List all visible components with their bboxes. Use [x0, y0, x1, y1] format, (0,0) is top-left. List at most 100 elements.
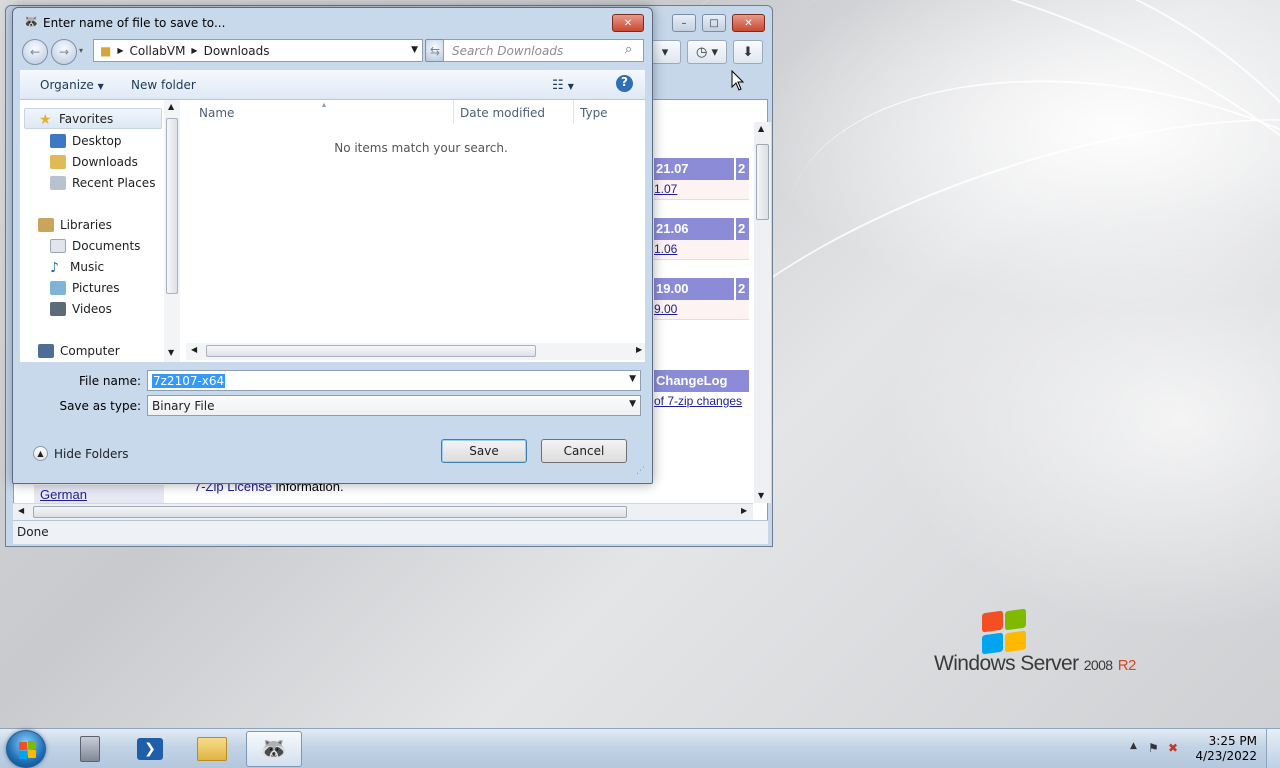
version-download-link[interactable]: 9.00	[654, 300, 749, 320]
scroll-thumb[interactable]	[756, 144, 769, 220]
computer-icon	[38, 343, 54, 358]
back-arrow-icon[interactable]: ←	[22, 39, 48, 65]
scroll-left-arrow-icon[interactable]: ◀	[191, 345, 197, 354]
nav-libraries[interactable]: Libraries	[38, 214, 180, 235]
status-bar-text: Done	[13, 520, 768, 544]
help-icon[interactable]: ?	[616, 75, 633, 92]
scroll-thumb[interactable]	[33, 506, 627, 518]
save-as-type-select[interactable]: Binary File ▼	[147, 395, 641, 416]
folder-icon: ■	[100, 43, 112, 58]
column-name[interactable]: Name	[199, 106, 234, 120]
browser-vertical-scrollbar[interactable]: ▲ ▼	[754, 122, 771, 503]
start-button[interactable]	[6, 730, 46, 768]
navigation-scrollbar[interactable]: ▲ ▼	[164, 100, 180, 362]
brand-release-text: R2	[1117, 657, 1137, 674]
breadcrumb-collabvm[interactable]: CollabVM	[130, 44, 186, 58]
file-name-dropdown-icon[interactable]: ▼	[629, 374, 636, 384]
changelog-link[interactable]: of 7-zip changes	[654, 392, 749, 412]
nav-computer-label: Computer	[60, 343, 120, 358]
save-button[interactable]: Save	[441, 439, 527, 463]
new-folder-button[interactable]: New folder	[131, 78, 196, 92]
nav-videos-label: Videos	[72, 301, 112, 316]
desktop-icon	[50, 133, 66, 148]
scroll-up-arrow-icon[interactable]: ▲	[168, 102, 174, 111]
address-dropdown-icon[interactable]: ▼	[411, 45, 418, 55]
windows-server-logo: Windows Server 2008 R2	[934, 608, 1164, 678]
close-button[interactable]: ✕	[732, 14, 765, 32]
brand-version-text: 2008	[1083, 657, 1113, 673]
file-list-horizontal-scrollbar[interactable]: ◀ ▶	[186, 343, 645, 360]
view-options-icon[interactable]: ☷ ▼	[552, 78, 574, 93]
nav-computer[interactable]: Computer	[38, 340, 180, 361]
file-name-input[interactable]: 7z2107-x64 ▼	[147, 370, 641, 391]
version-header: 21.06 2	[654, 218, 749, 240]
dialog-body: ★ Favorites Desktop Downloads Recent Pla…	[20, 100, 645, 362]
scroll-left-arrow-icon[interactable]: ◀	[18, 506, 24, 515]
pictures-icon	[50, 280, 66, 295]
nav-desktop-label: Desktop	[72, 133, 122, 148]
dialog-title: Enter name of file to save to...	[43, 16, 226, 30]
save-as-type-dropdown-icon[interactable]: ▼	[629, 399, 636, 409]
powershell-icon[interactable]: ❯	[122, 731, 178, 767]
show-desktop-button[interactable]	[1266, 729, 1280, 768]
dialog-close-button[interactable]: ✕	[612, 14, 644, 32]
videos-icon	[50, 301, 66, 316]
mouse-pointer-icon	[731, 70, 745, 91]
column-date-modified[interactable]: Date modified	[460, 106, 545, 120]
server-manager-icon[interactable]	[62, 731, 118, 767]
version-download-link[interactable]: 1.06	[654, 240, 749, 260]
breadcrumb-downloads[interactable]: Downloads	[204, 44, 270, 58]
scroll-down-arrow-icon[interactable]: ▼	[758, 491, 764, 500]
recent-places-icon	[50, 175, 66, 190]
scroll-thumb[interactable]	[206, 345, 536, 357]
version-label: 21.06	[656, 221, 689, 236]
scroll-up-arrow-icon[interactable]: ▲	[758, 124, 764, 133]
history-clock-icon[interactable]: ◷ ▾	[687, 40, 727, 64]
column-type[interactable]: Type	[580, 106, 608, 120]
breadcrumb-separator-icon: ▶	[117, 46, 124, 55]
minimize-button[interactable]: –	[672, 14, 696, 32]
maximize-button[interactable]: □	[702, 14, 726, 32]
file-list[interactable]: Name ▴ Date modified Type No items match…	[186, 100, 645, 362]
action-center-flag-icon[interactable]: ⚑	[1148, 741, 1159, 755]
system-tray: ▲ ⚑ ✖ 3:25 PM 4/23/2022	[1120, 729, 1280, 768]
file-explorer-icon[interactable]	[184, 731, 240, 767]
search-input[interactable]: Search Downloads	[443, 39, 644, 62]
hide-folders-toggle[interactable]: ▲ Hide Folders	[33, 446, 129, 461]
version-download-link[interactable]: 1.07	[654, 180, 749, 200]
scroll-right-arrow-icon[interactable]: ▶	[741, 506, 747, 515]
forward-arrow-icon[interactable]: →	[51, 39, 77, 65]
scroll-thumb[interactable]	[166, 118, 178, 294]
navigation-pane: ★ Favorites Desktop Downloads Recent Pla…	[20, 100, 180, 362]
sort-ascending-icon: ▴	[322, 100, 327, 109]
save-as-type-label: Save as type:	[59, 399, 141, 413]
nav-favorites[interactable]: ★ Favorites	[24, 108, 162, 129]
address-bar[interactable]: ■ ▶ CollabVM ▶ Downloads ▼	[93, 39, 423, 62]
clock[interactable]: 3:25 PM 4/23/2022	[1195, 734, 1257, 764]
search-icon[interactable]: ⌕	[625, 42, 632, 57]
raccoon-browser-taskbar-icon[interactable]: 🦝	[246, 731, 302, 767]
nav-pictures-label: Pictures	[72, 280, 120, 295]
scroll-down-arrow-icon[interactable]: ▼	[168, 348, 174, 357]
taskbar: ❯ 🦝 ▲ ⚑ ✖ 3:25 PM 4/23/2022	[0, 728, 1280, 768]
chevron-up-icon: ▲	[33, 446, 48, 461]
save-file-dialog[interactable]: 🦝 Enter name of file to save to... ✕ ← →…	[12, 7, 653, 484]
resize-grip-icon[interactable]: ⋰	[636, 466, 645, 476]
cancel-button[interactable]: Cancel	[541, 439, 627, 463]
refresh-icon[interactable]: ⇆	[425, 39, 445, 62]
clock-time: 3:25 PM	[1208, 734, 1257, 748]
downloads-folder-icon	[50, 154, 66, 169]
browser-horizontal-scrollbar[interactable]: ◀ ▶	[13, 503, 753, 520]
scroll-right-arrow-icon[interactable]: ▶	[636, 345, 642, 354]
show-hidden-icons-chevron-icon[interactable]: ▲	[1130, 741, 1137, 751]
nav-documents-label: Documents	[72, 238, 141, 253]
language-link-german[interactable]: German	[34, 485, 164, 505]
download-arrow-icon[interactable]: ⬇	[733, 40, 763, 64]
recent-pages-chevron-icon[interactable]: ▾	[79, 46, 83, 55]
extension-dropdown-button[interactable]: ▾	[649, 40, 681, 64]
save-as-type-value: Binary File	[152, 399, 215, 413]
network-disconnected-icon[interactable]: ✖	[1168, 741, 1178, 755]
organize-button[interactable]: Organize ▼	[40, 78, 104, 92]
nav-downloads-label: Downloads	[72, 154, 138, 169]
nav-libraries-label: Libraries	[60, 217, 112, 232]
